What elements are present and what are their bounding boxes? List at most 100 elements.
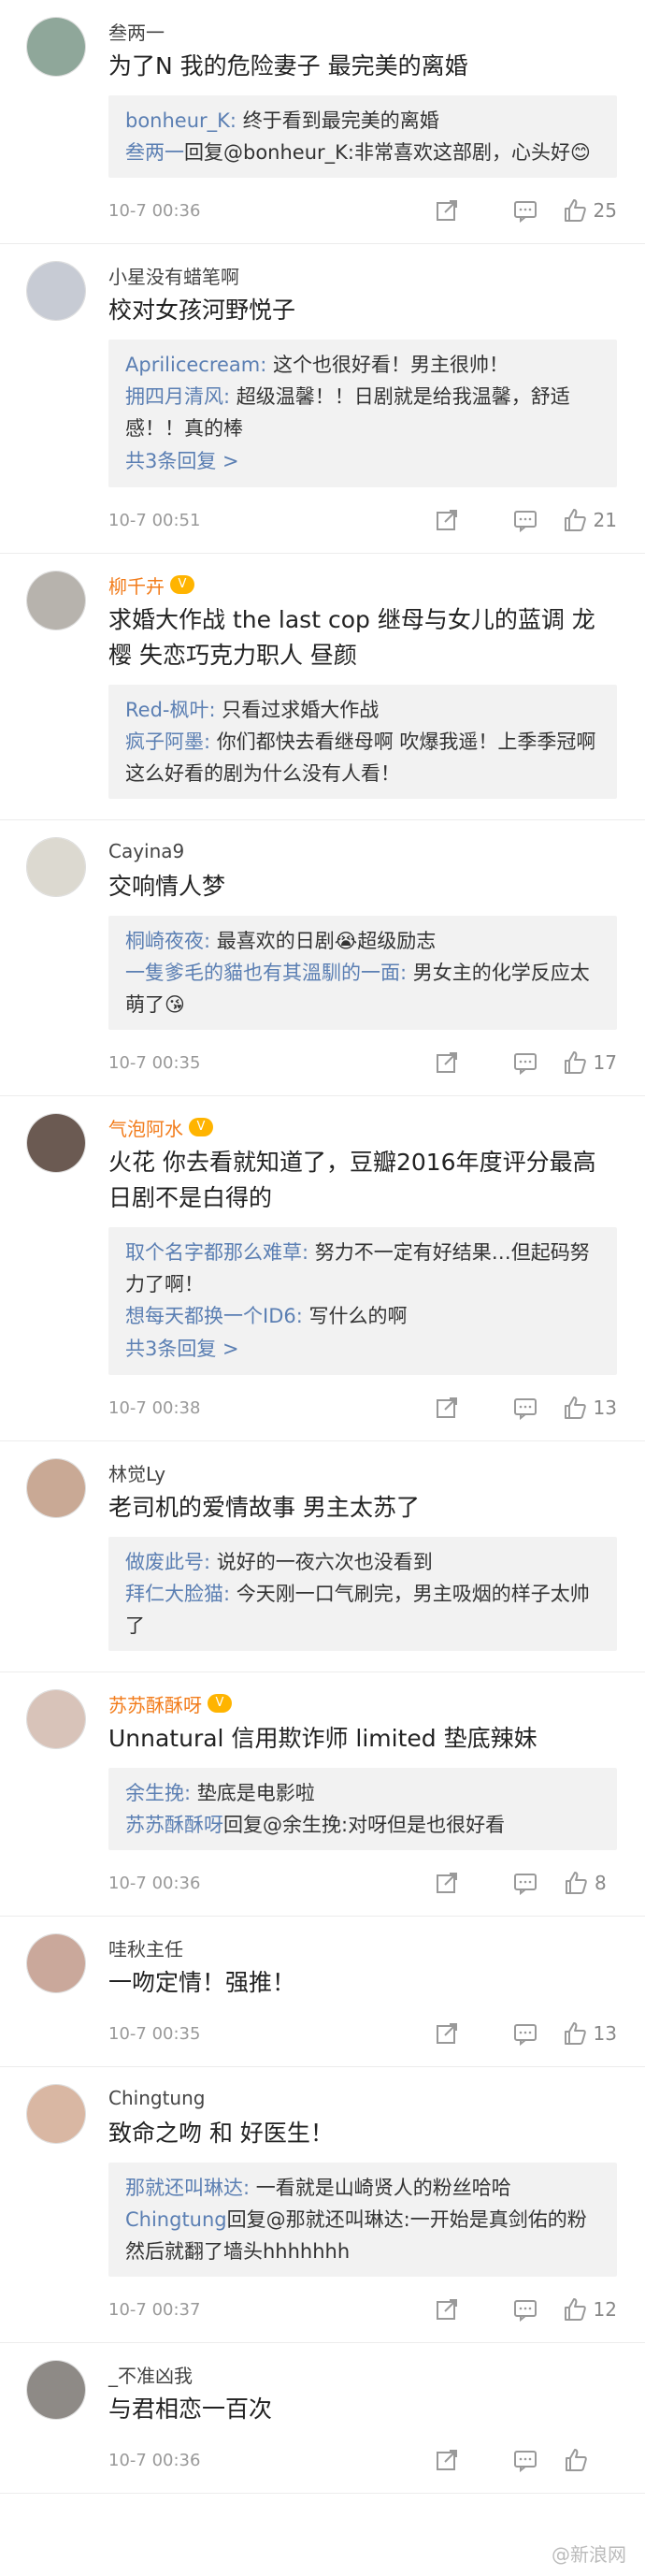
reply-author[interactable]: 做废此号:	[125, 1551, 210, 1573]
reply-box[interactable]: bonheur_K: 终于看到最完美的离婚 叁两一回复@bonheur_K:非常喜…	[108, 95, 617, 178]
reply-author[interactable]: 余生挽:	[125, 1782, 191, 1804]
share-icon[interactable]	[394, 2296, 460, 2323]
username[interactable]: _不准凶我	[108, 2361, 193, 2388]
like-button[interactable]: 12	[552, 2296, 617, 2323]
reply-item: Red-枫叶: 只看过求婚大作战	[125, 694, 600, 726]
reply-text: 最喜欢的日剧😭超级励志	[210, 930, 437, 952]
like-icon	[562, 2020, 588, 2047]
comment-icon[interactable]	[473, 507, 538, 533]
more-replies-link[interactable]: 共3条回复 >	[125, 1332, 600, 1366]
reply-author[interactable]: 拥四月清风:	[125, 385, 230, 408]
reply-item: bonheur_K: 终于看到最完美的离婚	[125, 105, 600, 137]
reply-author[interactable]: Aprilicecream:	[125, 354, 266, 376]
reply-author[interactable]: bonheur_K:	[125, 109, 236, 132]
reply-box[interactable]: 桐崎夜夜: 最喜欢的日剧😭超级励志 一隻爹毛的貓也有其溫馴的一面: 男女主的化学反…	[108, 916, 617, 1030]
comment-text: 与君相恋一百次	[108, 2395, 273, 2423]
reply-author[interactable]: 拜仁大脸猫:	[125, 1583, 230, 1605]
comment-icon[interactable]	[473, 1395, 538, 1421]
username[interactable]: 苏苏酥酥呀	[108, 1690, 202, 1717]
share-icon[interactable]	[394, 197, 460, 224]
share-icon[interactable]	[394, 507, 460, 533]
like-button[interactable]: 25	[552, 197, 617, 224]
username[interactable]: 林觉Ly	[108, 1459, 165, 1486]
reply-author[interactable]: 桐崎夜夜:	[125, 930, 210, 952]
avatar[interactable]	[26, 2360, 86, 2420]
share-icon[interactable]	[394, 2447, 460, 2473]
reply-box[interactable]: 做废此号: 说好的一夜六次也没看到 拜仁大脸猫: 今天刚一口气刷完，男主吸烟的样子…	[108, 1537, 617, 1651]
avatar[interactable]	[26, 837, 86, 897]
share-icon[interactable]	[394, 1870, 460, 1896]
reply-item: 疯子阿墨: 你们都快去看继母啊 吹爆我遥！上季季冠啊 这么好看的剧为什么没有人看…	[125, 726, 600, 789]
reply-author[interactable]: 想每天都换一个ID6:	[125, 1305, 303, 1327]
reply-text: 终于看到最完美的离婚	[236, 109, 439, 132]
timestamp: 10-7 00:38	[108, 1397, 201, 1418]
username[interactable]: Chingtung	[108, 2087, 205, 2109]
avatar[interactable]	[26, 1933, 86, 1993]
reply-item: 苏苏酥酥呀回复@余生挽:对呀但是也很好看	[125, 1809, 600, 1841]
reply-text: 这个也很好看！男主很帅！	[266, 354, 509, 376]
share-icon[interactable]	[394, 1049, 460, 1076]
username[interactable]: 叁两一	[108, 18, 165, 45]
reply-box[interactable]: 那就还叫琳达: 一看就是山崎贤人的粉丝哈哈 Chingtung回复@那就还叫琳达:…	[108, 2163, 617, 2277]
reply-author[interactable]: Red-枫叶:	[125, 699, 216, 721]
comment-icon[interactable]	[473, 2447, 538, 2473]
comment-text: 交响情人梦	[108, 873, 226, 900]
reply-author[interactable]: 苏苏酥酥呀	[125, 1814, 223, 1836]
timestamp: 10-7 00:36	[108, 2450, 201, 2470]
username[interactable]: 柳千卉	[108, 572, 165, 599]
username[interactable]: 小星没有蜡笔啊	[108, 262, 239, 289]
reply-box[interactable]: 取个名字都那么难草: 努力不一定有好结果…但起码努力了啊！ 想每天都换一个ID6:…	[108, 1227, 617, 1375]
comment-footer: 10-7 00:36 25	[108, 178, 617, 243]
avatar[interactable]	[26, 1113, 86, 1173]
comment-icon[interactable]	[473, 197, 538, 224]
like-button[interactable]: 8	[552, 1870, 617, 1896]
comment-text: 致命之吻 和 好医生！	[108, 2120, 334, 2147]
comment-text: Unnatural 信用欺诈师 limited 垫底辣妹	[108, 1725, 538, 1752]
reply-author[interactable]: 那就还叫琳达:	[125, 2177, 250, 2199]
avatar[interactable]	[26, 571, 86, 630]
reply-author[interactable]: 一隻爹毛的貓也有其溫馴的一面:	[125, 962, 407, 984]
comment-feed: 叁两一 为了N 我的危险妻子 最完美的离婚 bonheur_K: 终于看到最完美的离…	[0, 0, 645, 2494]
like-button[interactable]: 13	[552, 1395, 617, 1421]
reply-item: 想每天都换一个ID6: 写什么的啊	[125, 1300, 600, 1332]
username[interactable]: 哇秋主任	[108, 1934, 183, 1961]
avatar[interactable]	[26, 261, 86, 321]
reply-item: 余生挽: 垫底是电影啦	[125, 1777, 600, 1809]
timestamp: 10-7 00:36	[108, 1873, 201, 1893]
share-icon[interactable]	[394, 2020, 460, 2047]
reply-box[interactable]: Aprilicecream: 这个也很好看！男主很帅！ 拥四月清风: 超级温馨！！…	[108, 340, 617, 487]
comment-item: 林觉Ly 老司机的爱情故事 男主太苏了 做废此号: 说好的一夜六次也没看到 拜仁大脸猫…	[0, 1441, 645, 1672]
like-button[interactable]: 21	[552, 507, 617, 533]
timestamp: 10-7 00:35	[108, 2023, 201, 2044]
avatar[interactable]	[26, 1689, 86, 1749]
comment-icon[interactable]	[473, 1049, 538, 1076]
reply-text: 一看就是山崎贤人的粉丝哈哈	[250, 2177, 511, 2199]
username[interactable]: Cayina9	[108, 840, 184, 862]
like-button[interactable]: 13	[552, 2020, 617, 2047]
reply-box[interactable]: Red-枫叶: 只看过求婚大作战 疯子阿墨: 你们都快去看继母啊 吹爆我遥！上季季…	[108, 685, 617, 799]
reply-author[interactable]: Chingtung	[125, 2208, 227, 2231]
avatar[interactable]	[26, 1458, 86, 1518]
reply-author[interactable]: 叁两一	[125, 141, 184, 164]
reply-author[interactable]: 取个名字都那么难草:	[125, 1241, 308, 1264]
username[interactable]: 气泡阿水	[108, 1114, 183, 1141]
reply-item: 那就还叫琳达: 一看就是山崎贤人的粉丝哈哈	[125, 2172, 600, 2204]
timestamp: 10-7 00:37	[108, 2299, 201, 2320]
reply-item: 叁两一回复@bonheur_K:非常喜欢这部剧，心头好😊	[125, 137, 600, 168]
avatar[interactable]	[26, 2084, 86, 2144]
comment-text: 火花 你去看就知道了，豆瓣2016年度评分最高日剧不是白得的	[108, 1149, 596, 1211]
timestamp: 10-7 00:36	[108, 200, 201, 221]
comment-item: Chingtung 致命之吻 和 好医生！ 那就还叫琳达: 一看就是山崎贤人的粉丝哈…	[0, 2067, 645, 2343]
comment-item: 哇秋主任 一吻定情！强推！ 10-7 00:35 13	[0, 1917, 645, 2067]
share-icon[interactable]	[394, 1395, 460, 1421]
like-button[interactable]	[552, 2447, 617, 2473]
comment-footer: 10-7 00:51 21	[108, 487, 617, 553]
comment-icon[interactable]	[473, 2020, 538, 2047]
reply-box[interactable]: 余生挽: 垫底是电影啦 苏苏酥酥呀回复@余生挽:对呀但是也很好看	[108, 1768, 617, 1850]
more-replies-link[interactable]: 共3条回复 >	[125, 444, 600, 478]
comment-icon[interactable]	[473, 2296, 538, 2323]
avatar[interactable]	[26, 17, 86, 77]
comment-icon[interactable]	[473, 1870, 538, 1896]
like-button[interactable]: 17	[552, 1049, 617, 1076]
reply-author[interactable]: 疯子阿墨:	[125, 731, 210, 753]
